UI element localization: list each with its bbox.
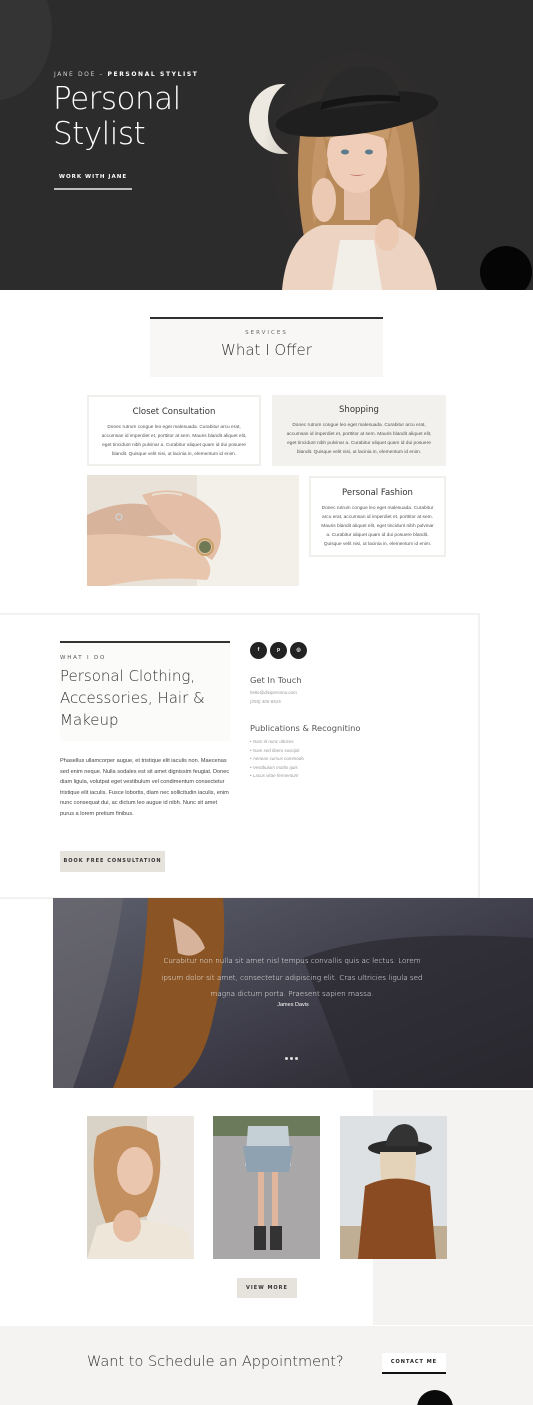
slider-dot[interactable] [295, 1057, 298, 1060]
slider-dot[interactable] [290, 1057, 293, 1060]
about-title: Personal Clothing, Accessories, Hair & M… [60, 667, 205, 729]
contact-email-link[interactable]: hello@divipersona.com [250, 690, 297, 695]
contact-me-button[interactable]: CONTACT ME [382, 1353, 446, 1374]
hero-eyebrow: JANE DOE – PERSONAL STYLIST [54, 71, 198, 78]
services-heading-box: SERVICES What I Offer [150, 317, 383, 377]
slider-dot[interactable] [285, 1057, 288, 1060]
service-card-title: Shopping [339, 405, 379, 415]
services-title: What I Offer [221, 341, 312, 359]
list-item: Aenean cursus commodo [250, 755, 304, 764]
gallery-image-3[interactable] [340, 1116, 447, 1259]
about-eyebrow: WHAT I DO [60, 655, 107, 661]
eyebrow-separator: – [95, 71, 108, 78]
hero-section: JANE DOE – PERSONAL STYLIST Personal Sty… [0, 0, 533, 290]
view-more-button[interactable]: VIEW MORE [237, 1278, 297, 1298]
service-card-closet: Closet Consultation Donec rutrum congue … [87, 395, 261, 466]
hero-portrait-image [262, 50, 452, 290]
slider-dots[interactable] [285, 1047, 300, 1065]
contact-heading: Get In Touch [250, 675, 302, 685]
testimonial-quote: Curabitur non nulla sit amet nisl tempus… [161, 956, 423, 998]
eyebrow-role: PERSONAL STYLIST [107, 71, 199, 78]
rings-photo [87, 475, 299, 586]
decorative-dot [480, 246, 532, 290]
service-card-fashion: Personal Fashion Donec rutrum congue leo… [309, 476, 446, 557]
list-item: Nam sed libero suscipit [250, 747, 304, 756]
work-with-jane-button[interactable]: WORK WITH JANE [54, 170, 132, 190]
service-card-body: Donec rutrum congue leo eget malesuada. … [321, 506, 434, 547]
eyebrow-name: JANE DOE [54, 71, 96, 78]
decorative-circle [0, 0, 52, 100]
facebook-icon[interactable]: f [250, 642, 267, 659]
gallery-image-1[interactable] [87, 1116, 194, 1259]
hero-title: Personal Stylist [53, 81, 181, 152]
service-card-title: Closet Consultation [132, 407, 216, 417]
publications-list: Nam id nunc ultrices Nam sed libero susc… [250, 738, 304, 781]
instagram-icon[interactable]: ◎ [290, 642, 307, 659]
service-card-body: Donec rutrum congue leo eget malesuada. … [101, 425, 247, 457]
service-card-shopping: Shopping Donec rutrum congue leo eget ma… [272, 395, 446, 466]
book-consultation-button[interactable]: BOOK FREE CONSULTATION [60, 851, 165, 872]
gallery-image-2[interactable] [213, 1116, 320, 1259]
list-item: Vestibulum mattis quis [250, 764, 304, 773]
about-body: Phasellus ullamcorper augue, et tristiqu… [60, 758, 230, 817]
contact-phone: (255) 405-6515 [250, 699, 281, 704]
service-card-title: Personal Fashion [342, 488, 413, 498]
list-item: Nam id nunc ultrices [250, 738, 304, 747]
services-eyebrow: SERVICES [245, 330, 288, 336]
pinterest-icon[interactable]: p [270, 642, 287, 659]
testimonial-author: James Davis [277, 1002, 309, 1008]
service-card-body: Donec rutrum congue leo eget malesuada. … [286, 423, 432, 455]
cta-heading: Want to Schedule an Appointment? [87, 1354, 344, 1370]
list-item: Lacus vitae fermentum [250, 772, 304, 781]
publications-heading: Publications & Recognitino [250, 723, 361, 733]
